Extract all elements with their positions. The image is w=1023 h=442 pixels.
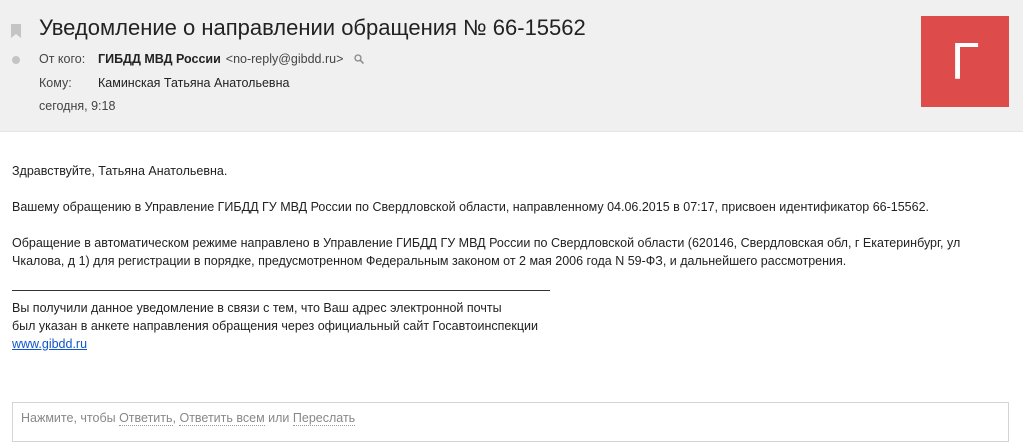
body-paragraph-2: Обращение в автоматическом режиме направ… — [12, 236, 961, 268]
to-row: Кому: Каминская Татьяна Анатольевна — [39, 76, 289, 90]
to-label: Кому: — [39, 76, 72, 90]
gibdd-site-link[interactable]: www.gibdd.ru — [12, 337, 87, 351]
from-label: От кого: — [39, 52, 86, 66]
reply-link[interactable]: Ответить — [119, 411, 173, 426]
message-subject: Уведомление о направлении обращения № 66… — [39, 15, 586, 40]
greeting: Здравствуйте, Татьяна Анатольевна. — [12, 164, 228, 178]
footer-line-1: Вы получили данное уведомление в связи с… — [12, 301, 502, 315]
sender-email[interactable]: <no-reply@gibdd.ru> — [226, 52, 344, 66]
reply-all-link[interactable]: Ответить всем — [179, 411, 265, 426]
footer-line-2: был указан в анкете направления обращени… — [12, 319, 538, 333]
signature-divider — [12, 290, 550, 291]
bookmark-icon[interactable] — [11, 24, 21, 38]
message-date: сегодня, 9:18 — [39, 99, 116, 113]
reply-separator-2: или — [264, 411, 293, 425]
body-paragraph-1: Вашему обращению в Управление ГИБДД ГУ М… — [12, 200, 929, 214]
forward-link[interactable]: Переслать — [292, 411, 356, 426]
unread-status-dot-icon[interactable] — [12, 56, 20, 64]
magnify-icon[interactable] — [353, 53, 365, 65]
reply-prompt: Нажмите, чтобы — [21, 411, 120, 425]
sender-avatar: Г — [921, 16, 1009, 107]
quick-reply-box[interactable]: Нажмите, чтобы Ответить, Ответить всем и… — [12, 402, 1009, 442]
from-row: От кого: ГИБДД МВД России <no-reply@gibd… — [39, 52, 365, 66]
recipient-name[interactable]: Каминская Татьяна Анатольевна — [98, 76, 289, 90]
message-body: Здравствуйте, Татьяна Анатольевна. Вашем… — [12, 162, 1012, 353]
message-header: Уведомление о направлении обращения № 66… — [0, 0, 1023, 132]
sender-name[interactable]: ГИБДД МВД России — [98, 52, 221, 66]
date-row: сегодня, 9:18 — [39, 99, 115, 113]
